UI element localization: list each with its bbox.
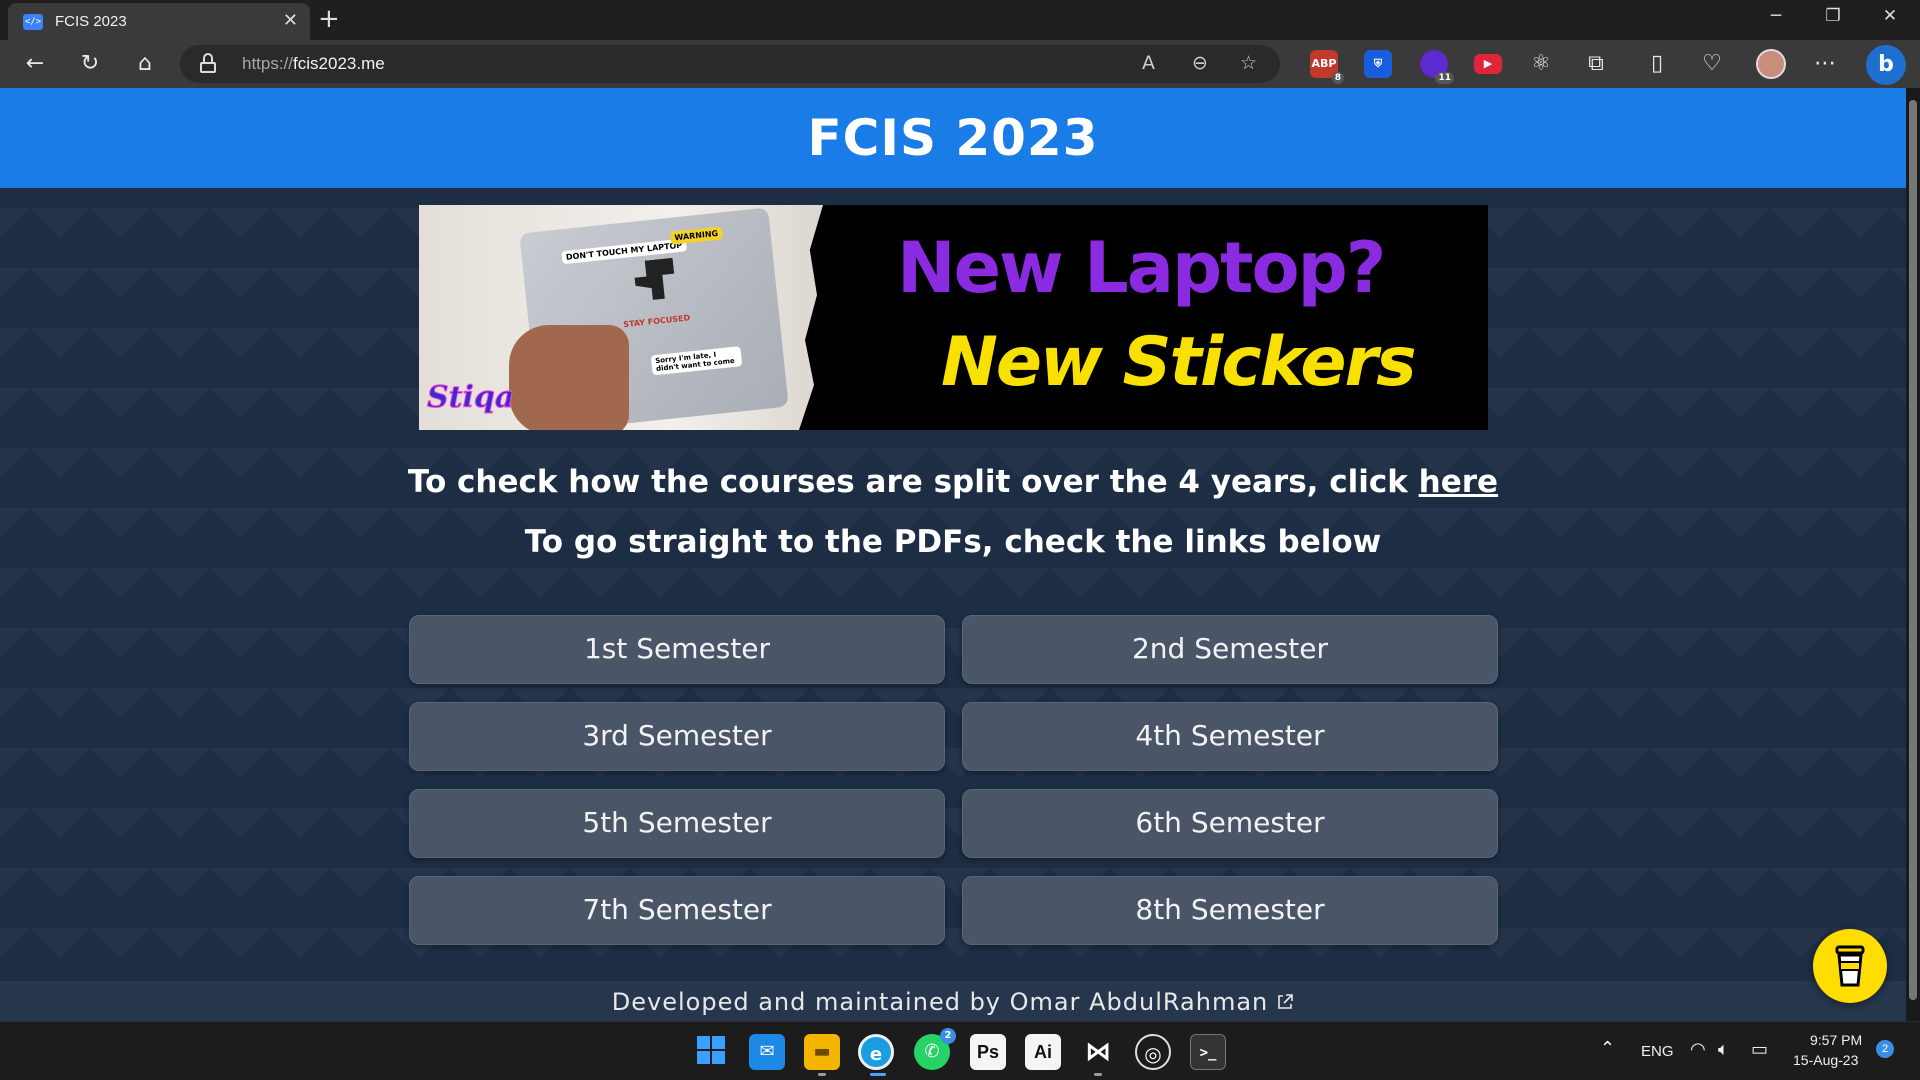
browser-tab[interactable]: </> FCIS 2023 ✕ xyxy=(8,3,310,40)
web-page: FCIS 2023 DON'T TOUCH MY LAPTOP WARNING … xyxy=(0,88,1906,1021)
close-window-button[interactable]: ✕ xyxy=(1870,6,1910,26)
obs-studio-icon[interactable]: ◎ xyxy=(1135,1034,1171,1070)
semester-1-button[interactable]: 1st Semester xyxy=(409,615,945,684)
sticker-stay-focused: STAY FOCUSED xyxy=(622,313,691,330)
code-favicon-icon: </> xyxy=(23,14,43,30)
banner-headline: New Laptop? xyxy=(897,227,1386,309)
whatsapp-badge: 2 xyxy=(940,1028,956,1044)
semester-8-button[interactable]: 8th Semester xyxy=(962,876,1498,945)
purple-extension-icon[interactable]: 11 xyxy=(1420,50,1454,84)
zoom-out-icon[interactable]: ⊖ xyxy=(1192,52,1208,74)
show-hidden-icons-chevron-icon[interactable]: ⌃ xyxy=(1600,1038,1615,1059)
volume-icon[interactable]: 🔈︎ xyxy=(1718,1039,1729,1060)
terminal-icon[interactable]: >_ xyxy=(1190,1034,1226,1070)
external-link-icon xyxy=(1278,994,1294,1009)
page-title: FCIS 2023 xyxy=(807,109,1099,167)
banner-subheadline: New Stickers xyxy=(941,323,1417,402)
url-text[interactable]: https://fcis2023.me xyxy=(242,54,385,74)
file-explorer-icon[interactable]: ▬ xyxy=(804,1034,840,1070)
notification-badge[interactable]: 2 xyxy=(1876,1040,1894,1058)
browser-toolbar: ← ↻ ⌂ https://fcis2023.me A ⊖ ☆ ABP 8 ⛨ … xyxy=(0,40,1920,88)
wifi-icon[interactable]: ◠ xyxy=(1690,1039,1706,1060)
site-footer: Developed and maintained by Omar AbdulRa… xyxy=(0,981,1906,1021)
extensions-puzzle-icon[interactable]: ⧉ xyxy=(1579,49,1613,79)
adblock-label: ABP xyxy=(1311,57,1337,70)
settings-more-icon[interactable]: ⋯ xyxy=(1808,49,1842,79)
banner-photo: DON'T TOUCH MY LAPTOP WARNING STAY FOCUS… xyxy=(419,205,839,430)
edge-active-indicator xyxy=(870,1073,886,1076)
visual-studio-icon[interactable]: ⋈ xyxy=(1080,1034,1116,1070)
browser-essentials-icon[interactable]: ♡ xyxy=(1695,49,1729,79)
new-tab-button[interactable]: + xyxy=(318,4,340,34)
illustrator-icon[interactable]: Ai xyxy=(1025,1034,1061,1070)
windows-taskbar: ✉ ▬ e ✆ 2 Ps Ai ⋈ ◎ >_ ⌃ ENG ◠ 🔈︎ ▭ 9:57… xyxy=(0,1021,1920,1080)
back-arrow-icon[interactable]: ← xyxy=(18,49,52,79)
semester-5-button[interactable]: 5th Semester xyxy=(409,789,945,858)
semester-6-button[interactable]: 6th Semester xyxy=(962,789,1498,858)
address-bar[interactable]: https://fcis2023.me A ⊖ ☆ xyxy=(180,45,1280,83)
input-language[interactable]: ENG xyxy=(1641,1043,1674,1060)
buy-me-a-coffee-button[interactable] xyxy=(1813,929,1887,1003)
tab-strip: </> FCIS 2023 ✕ + ─ ❐ ✕ xyxy=(0,0,1920,40)
split-screen-icon[interactable]: ▯ xyxy=(1640,49,1674,79)
minimize-button[interactable]: ─ xyxy=(1756,6,1796,26)
dino-sticker xyxy=(633,258,677,302)
file-explorer-running-indicator xyxy=(818,1073,826,1076)
refresh-icon[interactable]: ↻ xyxy=(73,49,107,79)
read-aloud-icon[interactable]: A xyxy=(1142,52,1155,74)
scrollbar-thumb[interactable] xyxy=(1909,100,1917,1000)
close-tab-icon[interactable]: ✕ xyxy=(283,10,298,31)
home-icon[interactable]: ⌂ xyxy=(128,49,162,79)
vs-running-indicator xyxy=(1094,1073,1102,1076)
footer-credit: Developed and maintained by Omar AbdulRa… xyxy=(611,988,1269,1016)
favorite-star-icon[interactable]: ☆ xyxy=(1240,52,1257,74)
courses-split-text: To check how the courses are split over … xyxy=(0,464,1906,500)
semester-4-button[interactable]: 4th Semester xyxy=(962,702,1498,771)
semester-3-button[interactable]: 3rd Semester xyxy=(409,702,945,771)
pdfs-text: To go straight to the PDFs, check the li… xyxy=(524,524,1382,560)
sticker-warning: WARNING xyxy=(669,226,723,245)
purple-extension-badge: 11 xyxy=(1435,72,1454,84)
url-scheme: https:// xyxy=(242,54,294,73)
clock-date[interactable]: 15-Aug-23 xyxy=(1793,1052,1858,1068)
page-scrollbar[interactable] xyxy=(1906,88,1920,1021)
developer-link[interactable]: Developed and maintained by Omar AbdulRa… xyxy=(612,988,1294,1016)
semester-7-button[interactable]: 7th Semester xyxy=(409,876,945,945)
url-host: fcis2023.me xyxy=(293,54,385,73)
hand-illustration xyxy=(509,325,629,430)
semester-2-button[interactable]: 2nd Semester xyxy=(962,615,1498,684)
bitwarden-extension-icon[interactable]: ⛨ xyxy=(1364,50,1392,78)
youtube-extension-icon[interactable]: ▶ xyxy=(1474,54,1502,74)
coffee-cup-icon xyxy=(1835,945,1865,987)
clock-time[interactable]: 9:57 PM xyxy=(1810,1032,1862,1048)
whatsapp-icon[interactable]: ✆ 2 xyxy=(914,1028,956,1070)
react-devtools-icon[interactable]: ⚛ xyxy=(1524,49,1558,79)
sticker-sorry-late: Sorry I'm late, I didn't want to come xyxy=(650,346,743,376)
edge-browser-icon[interactable]: e xyxy=(858,1034,894,1070)
bing-copilot-icon[interactable]: b xyxy=(1866,45,1906,85)
profile-avatar[interactable] xyxy=(1756,49,1786,79)
photoshop-icon[interactable]: Ps xyxy=(970,1034,1006,1070)
sticker-ad-banner[interactable]: DON'T TOUCH MY LAPTOP WARNING STAY FOCUS… xyxy=(419,205,1488,430)
mail-icon[interactable]: ✉ xyxy=(749,1034,785,1070)
windows-start-icon[interactable] xyxy=(693,1034,729,1070)
tab-title: FCIS 2023 xyxy=(55,13,127,30)
battery-icon[interactable]: ▭ xyxy=(1751,1039,1768,1060)
adblock-extension-icon[interactable]: ABP 8 xyxy=(1310,50,1344,84)
courses-split-label: To check how the courses are split over … xyxy=(407,464,1419,500)
restore-button[interactable]: ❐ xyxy=(1813,6,1853,26)
lock-icon[interactable] xyxy=(200,53,216,73)
stiqa-logo: Stiqa xyxy=(426,380,515,416)
courses-split-link[interactable]: here xyxy=(1419,464,1498,500)
adblock-badge: 8 xyxy=(1331,72,1344,84)
site-header: FCIS 2023 xyxy=(0,88,1906,188)
